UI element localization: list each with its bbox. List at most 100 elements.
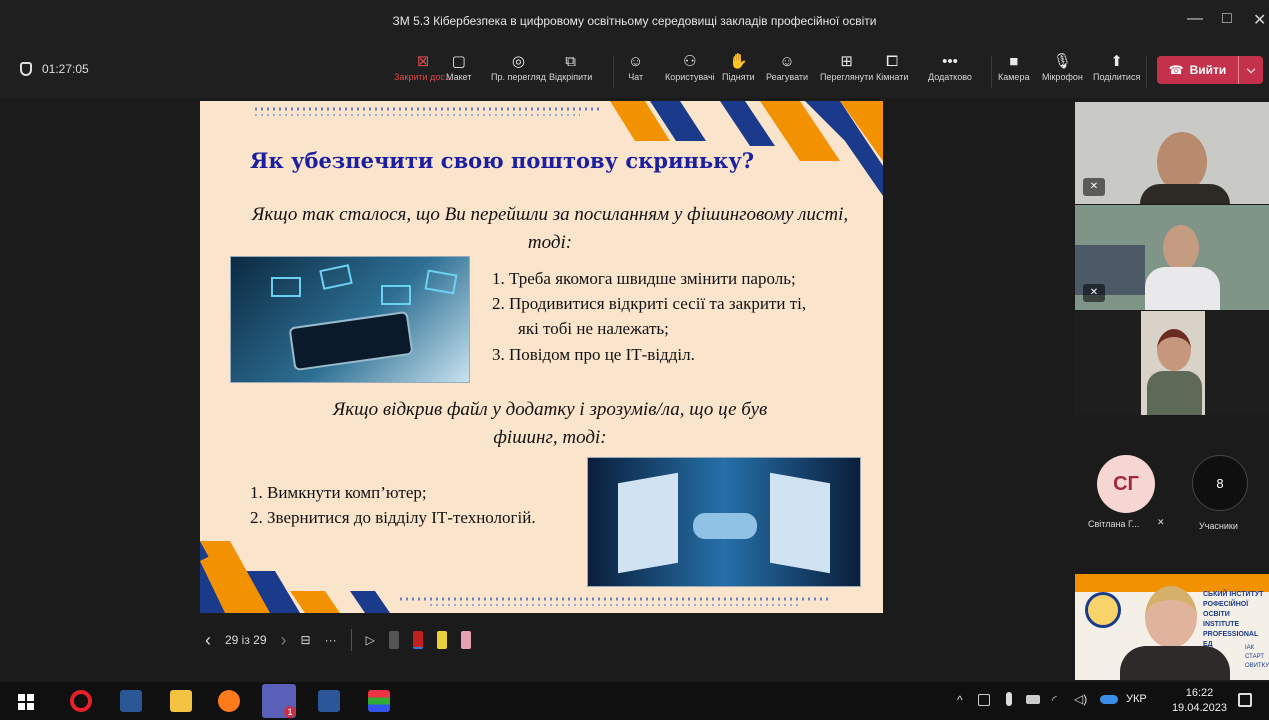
envelope-icon [381,285,411,305]
phone-icon: ☎ [1168,63,1184,77]
toolbar-microphone-button[interactable]: 🎙 Мікрофон [1042,52,1083,82]
pointer-icon[interactable]: ▷ [366,633,375,647]
envelope-icon [319,264,353,290]
highlighter-icon[interactable] [436,631,447,649]
pen-black-icon[interactable] [388,631,399,649]
participants-label: Учасники [1199,521,1238,531]
battery-icon[interactable] [1026,695,1040,704]
toolbar-camera-button[interactable]: ■ Камера [998,52,1029,82]
slide-intro-1: Якщо так сталося, що Ви перейшли за поси… [251,204,849,253]
grid-view-icon[interactable]: ⊟ [301,633,311,647]
toolbar-people-button[interactable]: ⚇ Користувачі [665,52,715,82]
leave-button[interactable]: ☎ Вийти ⌵ [1157,56,1263,84]
toolbar-label: Користувачі [665,72,715,82]
toolbar-label: Підняти [722,72,755,82]
participant-video-2[interactable]: ✕ [1075,205,1269,310]
smartphone-icon [288,310,414,372]
maximize-button[interactable]: □ [1222,10,1232,28]
file-explorer-icon[interactable] [170,690,192,712]
toolbar-chat-button[interactable]: ☺ Чат [628,52,643,82]
meeting-timer: 01:27:05 [20,62,89,76]
wifi-icon[interactable]: ◜ [1052,693,1057,707]
participant-count[interactable]: 8 [1192,455,1248,511]
react-icon: ☺ [779,53,795,70]
people-icon: ⚇ [683,53,697,70]
toolbar-label: Переглянути [820,72,874,82]
meet-now-icon[interactable] [978,694,990,706]
toolbar-divider [991,56,992,88]
rooms-icon: ⧠ [886,53,899,70]
elapsed-time: 01:27:05 [42,62,89,76]
handshake-image [587,457,861,587]
list1-item: 2. Продивитися відкриті сесії та закрити… [492,294,807,313]
notifications-icon[interactable] [1238,693,1252,707]
list2-item: 1. Вимкнути комп’ютер; [250,483,427,502]
toolbar-eye-button[interactable]: ◎ Пр. перегляд [491,52,546,82]
toolbar-label: Кімнати [876,72,909,82]
toolbar-label: Камера [998,72,1030,82]
toolbar-label: Реагувати [766,72,809,82]
more-options-icon[interactable]: ··· [325,633,337,647]
monitor-right-icon [770,472,830,574]
window-title: ЗМ 5.3 Кібербезпека в цифровому освітньо… [392,14,877,28]
institute-text-2: ІАК СТАРТ ОВИТКУ [1245,645,1269,669]
volume-icon[interactable]: ◁) [1074,692,1087,706]
onedrive-icon[interactable] [1100,695,1118,704]
toolbar-view-button[interactable]: ⊞ Переглянути [820,52,873,82]
firefox-icon[interactable] [218,690,240,712]
windows-start-icon[interactable] [18,694,34,710]
presenter-body [1120,646,1230,680]
toolbar-more-button[interactable]: ••• Додатково [928,52,972,82]
pen-red-icon[interactable] [412,631,423,649]
toolbar-layout-button[interactable]: ▢ Макет [446,52,471,82]
avatar[interactable]: СГ [1097,455,1155,513]
toolbar-close-share-button[interactable]: ⊠ Закрити дос... [394,52,452,82]
toolbar-label: Мікрофон [1042,72,1083,82]
toolbar-popout-button[interactable]: ⧉ Відкріпити [549,52,592,82]
mic-muted-icon: ✕ [1083,178,1105,196]
toolbar-divider [613,56,614,88]
teams-icon[interactable]: 1 [262,684,296,718]
system-clock[interactable]: 16:22 19.04.2023 [1172,686,1227,716]
list1-item: які тобі не належать; [518,319,669,338]
participant-video-3[interactable] [1075,311,1269,415]
monitor-left-icon [618,472,678,574]
eraser-icon[interactable] [460,631,471,649]
tray-overflow-icon[interactable]: ^ [957,693,963,707]
clock-time: 16:22 [1185,687,1214,699]
mic-muted-icon: ✕ [1157,517,1165,527]
toolbar-label: Закрити дос... [394,72,453,82]
opera-icon[interactable] [70,690,92,712]
camera-icon: ■ [1009,53,1019,70]
language-indicator[interactable]: УКР [1126,693,1147,705]
list2-item: 2. Звернитися до відділу ІТ-технологій. [250,508,536,527]
toolbar-label: Чат [628,72,644,82]
word-icon[interactable] [318,690,340,712]
title-bar: ЗМ 5.3 Кібербезпека в цифровому освітньо… [0,0,1269,44]
institute-logo [1085,592,1121,628]
previous-slide-button[interactable]: ‹ [205,630,211,651]
presenter-video[interactable]: СЬКИЙ ІНСТИТУТ РОФЕСІЙНОЇ ОСВІТИ INSTITU… [1075,574,1269,680]
slide-controls: ‹ 29 із 29 › ⊟ ··· ▷ [205,627,471,653]
chevron-down-icon[interactable]: ⌵ [1239,64,1263,77]
participant-video-1[interactable]: ✕ [1075,102,1269,204]
raise-hand-icon: ✋ [729,53,748,70]
next-slide-button[interactable]: › [281,630,287,651]
app-icon[interactable] [368,690,390,712]
share-icon: ⬆ [1110,53,1123,70]
chat-icon: ☺ [628,53,644,70]
popout-icon: ⧉ [565,53,576,70]
email-phone-image [230,256,470,383]
close-share-icon: ⊠ [416,53,430,70]
close-button[interactable]: ✕ [1253,10,1266,30]
toolbar-react-button[interactable]: ☺ Реагувати [766,52,808,82]
toolbar-rooms-button[interactable]: ⧠ Кімнати [876,52,908,82]
calculator-icon[interactable] [120,690,142,712]
minimize-button[interactable]: — [1187,10,1203,28]
meeting-toolbar: 01:27:05 ⊠ Закрити дос... ▢ Макет ◎ Пр. перег… [0,44,1269,98]
eye-icon: ◎ [511,53,525,70]
slide-title: Як убезпечити свою поштову скриньку? [250,148,755,173]
toolbar-share-button[interactable]: ⬆ Поділитися [1093,52,1140,82]
toolbar-raise-hand-button[interactable]: ✋ Підняти [722,52,755,82]
tray-microphone-icon[interactable] [1006,692,1012,706]
